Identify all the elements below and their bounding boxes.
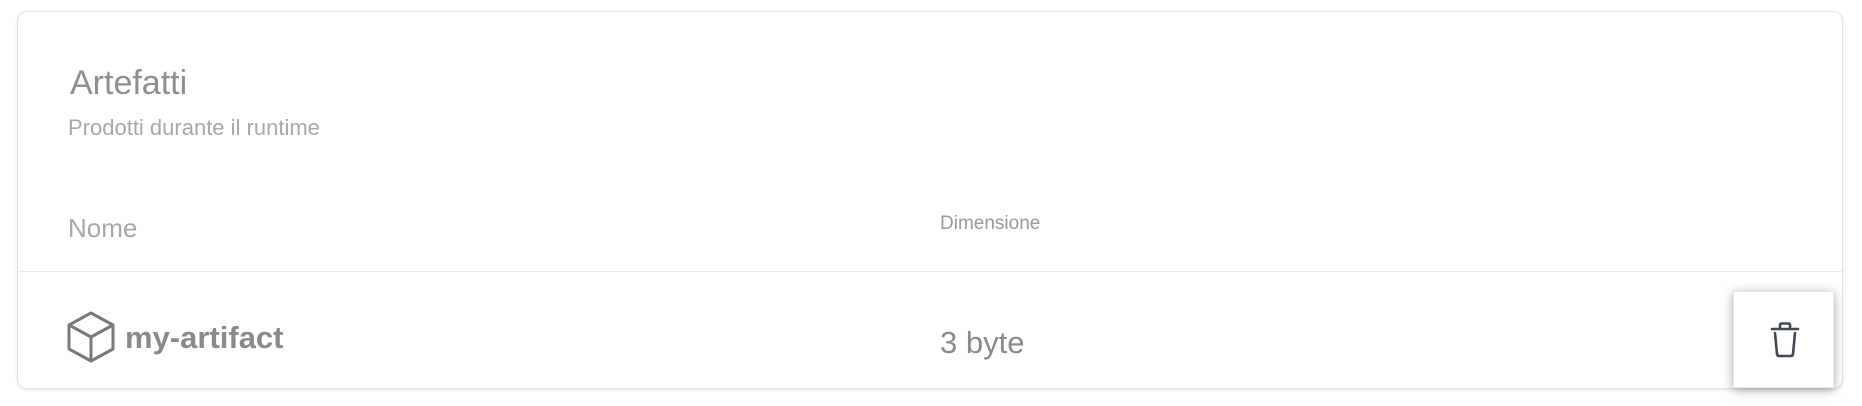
column-header-name: Nome xyxy=(68,213,138,243)
artifacts-card: Artefatti Prodotti durante il runtime No… xyxy=(17,11,1843,389)
artifact-size: 3 byte xyxy=(940,325,1025,360)
card-title: Artefatti xyxy=(70,64,188,102)
table-row: my-artifact 3 byte xyxy=(18,272,1842,389)
artifact-name: my-artifact xyxy=(125,320,284,355)
trash-icon xyxy=(1770,322,1800,358)
cube-icon xyxy=(66,310,116,364)
column-header-size: Dimensione xyxy=(940,213,1041,234)
delete-artifact-button[interactable] xyxy=(1733,291,1834,388)
card-subtitle: Prodotti durante il runtime xyxy=(68,115,320,140)
